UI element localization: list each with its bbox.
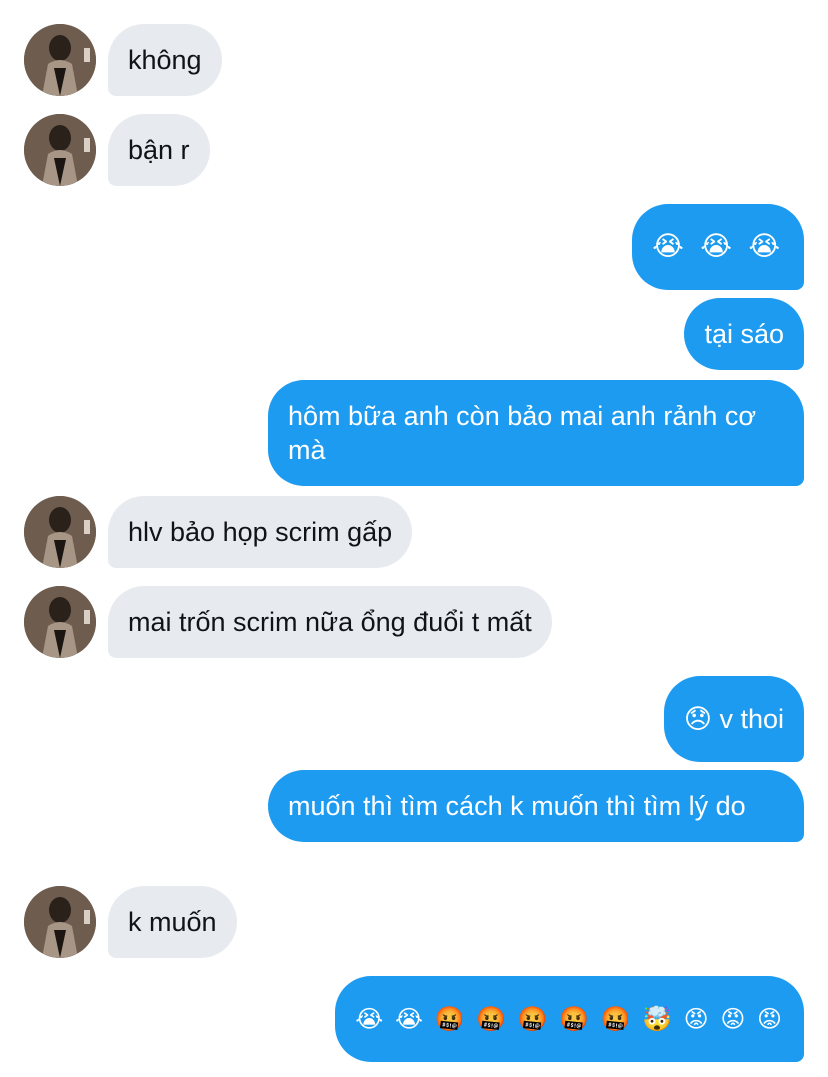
avatar[interactable] <box>24 24 96 96</box>
message-bubble-received[interactable]: hlv bảo họp scrim gấp <box>108 496 413 568</box>
person-photo-icon <box>24 586 96 658</box>
message-bubble-sent[interactable]: 😞 v thoi <box>663 676 804 762</box>
person-photo-icon <box>24 114 96 186</box>
message-bubble-received[interactable]: bận r <box>108 114 210 186</box>
message-bubble-sent[interactable]: tại sáo <box>684 298 804 370</box>
message-bubble-received[interactable]: mai trốn scrim nữa ổng đuổi t mất <box>108 586 552 658</box>
message-bubble-received[interactable]: không <box>108 24 222 96</box>
avatar[interactable] <box>24 586 96 658</box>
person-photo-icon <box>24 24 96 96</box>
message-bubble-sent[interactable]: 😭 😭 😭 <box>632 204 804 290</box>
message-bubble-received[interactable]: k muốn <box>108 886 237 958</box>
message-bubble-sent[interactable]: muốn thì tìm cách k muốn thì tìm lý do <box>268 770 804 842</box>
message-bubble-sent[interactable]: hôm bữa anh còn bảo mai anh rảnh cơ mà <box>268 380 804 486</box>
avatar[interactable] <box>24 496 96 568</box>
avatar[interactable] <box>24 114 96 186</box>
person-photo-icon <box>24 496 96 568</box>
message-bubble-sent[interactable]: 😭 😭 🤬 🤬 🤬 🤬 🤬 🤯 😡 😡 😡 <box>335 976 804 1062</box>
avatar[interactable] <box>24 886 96 958</box>
person-photo-icon <box>24 886 96 958</box>
